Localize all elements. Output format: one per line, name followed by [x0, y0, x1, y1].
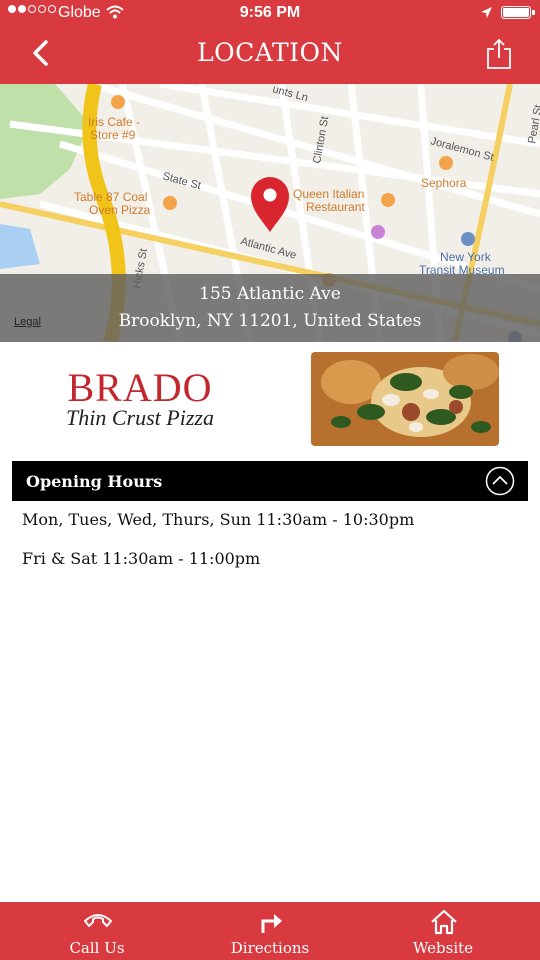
map-label-sephora: Sephora	[421, 176, 467, 190]
hours-line-weekdays: Mon, Tues, Wed, Thurs, Sun 11:30am - 10:…	[22, 510, 415, 529]
restaurant-logo: BRADO Thin Crust Pizza	[40, 365, 240, 434]
map-label-table87: Table 87 Coal	[74, 190, 147, 204]
map-label-joralemon: Joralemon St	[429, 135, 495, 163]
address-overlay: 155 Atlantic Ave Brooklyn, NY 11201, Uni…	[0, 274, 540, 342]
top-bar: Globe 9:56 PM LOCATION	[0, 0, 540, 84]
map-label-pearl: Pearl St	[526, 104, 540, 145]
tab-website[interactable]: Website	[378, 902, 508, 960]
map-label-state-st: State St	[161, 170, 202, 192]
page-title: LOCATION	[197, 38, 343, 67]
hours-line-weekend: Fri & Sat 11:30am - 11:00pm	[22, 549, 261, 568]
opening-hours-header[interactable]: Opening Hours	[12, 461, 528, 501]
tab-directions[interactable]: Directions	[205, 902, 335, 960]
pizza-photo	[311, 352, 499, 446]
map-legal-link[interactable]: Legal	[14, 316, 41, 328]
map-label-table87-2: Oven Pizza	[89, 203, 151, 217]
map-label-queen-2: Restaurant	[306, 200, 365, 214]
share-icon[interactable]	[486, 38, 512, 70]
map-label-queen: Queen Italian	[293, 187, 364, 201]
tab-website-label: Website	[412, 939, 474, 957]
turn-right-arrow-icon	[261, 914, 282, 933]
address-line-2: Brooklyn, NY 11201, United States	[118, 311, 422, 331]
map-label-iris-store: Store #9	[90, 128, 136, 142]
tab-call-us[interactable]: Call Us	[32, 902, 162, 960]
phone-icon	[84, 914, 112, 927]
battery-icon	[501, 6, 535, 19]
map-label-iris-cafe: Iris Cafe -	[88, 115, 140, 129]
status-bar: Globe 9:56 PM	[0, 0, 540, 28]
map-label-transit: New York	[440, 250, 492, 264]
location-arrow-icon	[481, 7, 492, 18]
clock: 9:56 PM	[239, 4, 301, 21]
logo-brand: BRADO	[67, 365, 213, 410]
map-pin-icon[interactable]	[251, 177, 289, 232]
tab-directions-label: Directions	[230, 939, 310, 957]
bottom-tab-bar: Call Us Directions Website	[0, 902, 540, 960]
address-line-1: 155 Atlantic Ave	[199, 284, 341, 304]
chevron-up-circle-icon[interactable]	[485, 466, 515, 496]
tab-call-us-label: Call Us	[69, 939, 125, 957]
opening-hours-title: Opening Hours	[26, 472, 163, 491]
logo-tagline: Thin Crust Pizza	[66, 405, 214, 430]
map-label-clinton: Clinton St	[311, 115, 331, 164]
home-icon	[431, 909, 457, 935]
